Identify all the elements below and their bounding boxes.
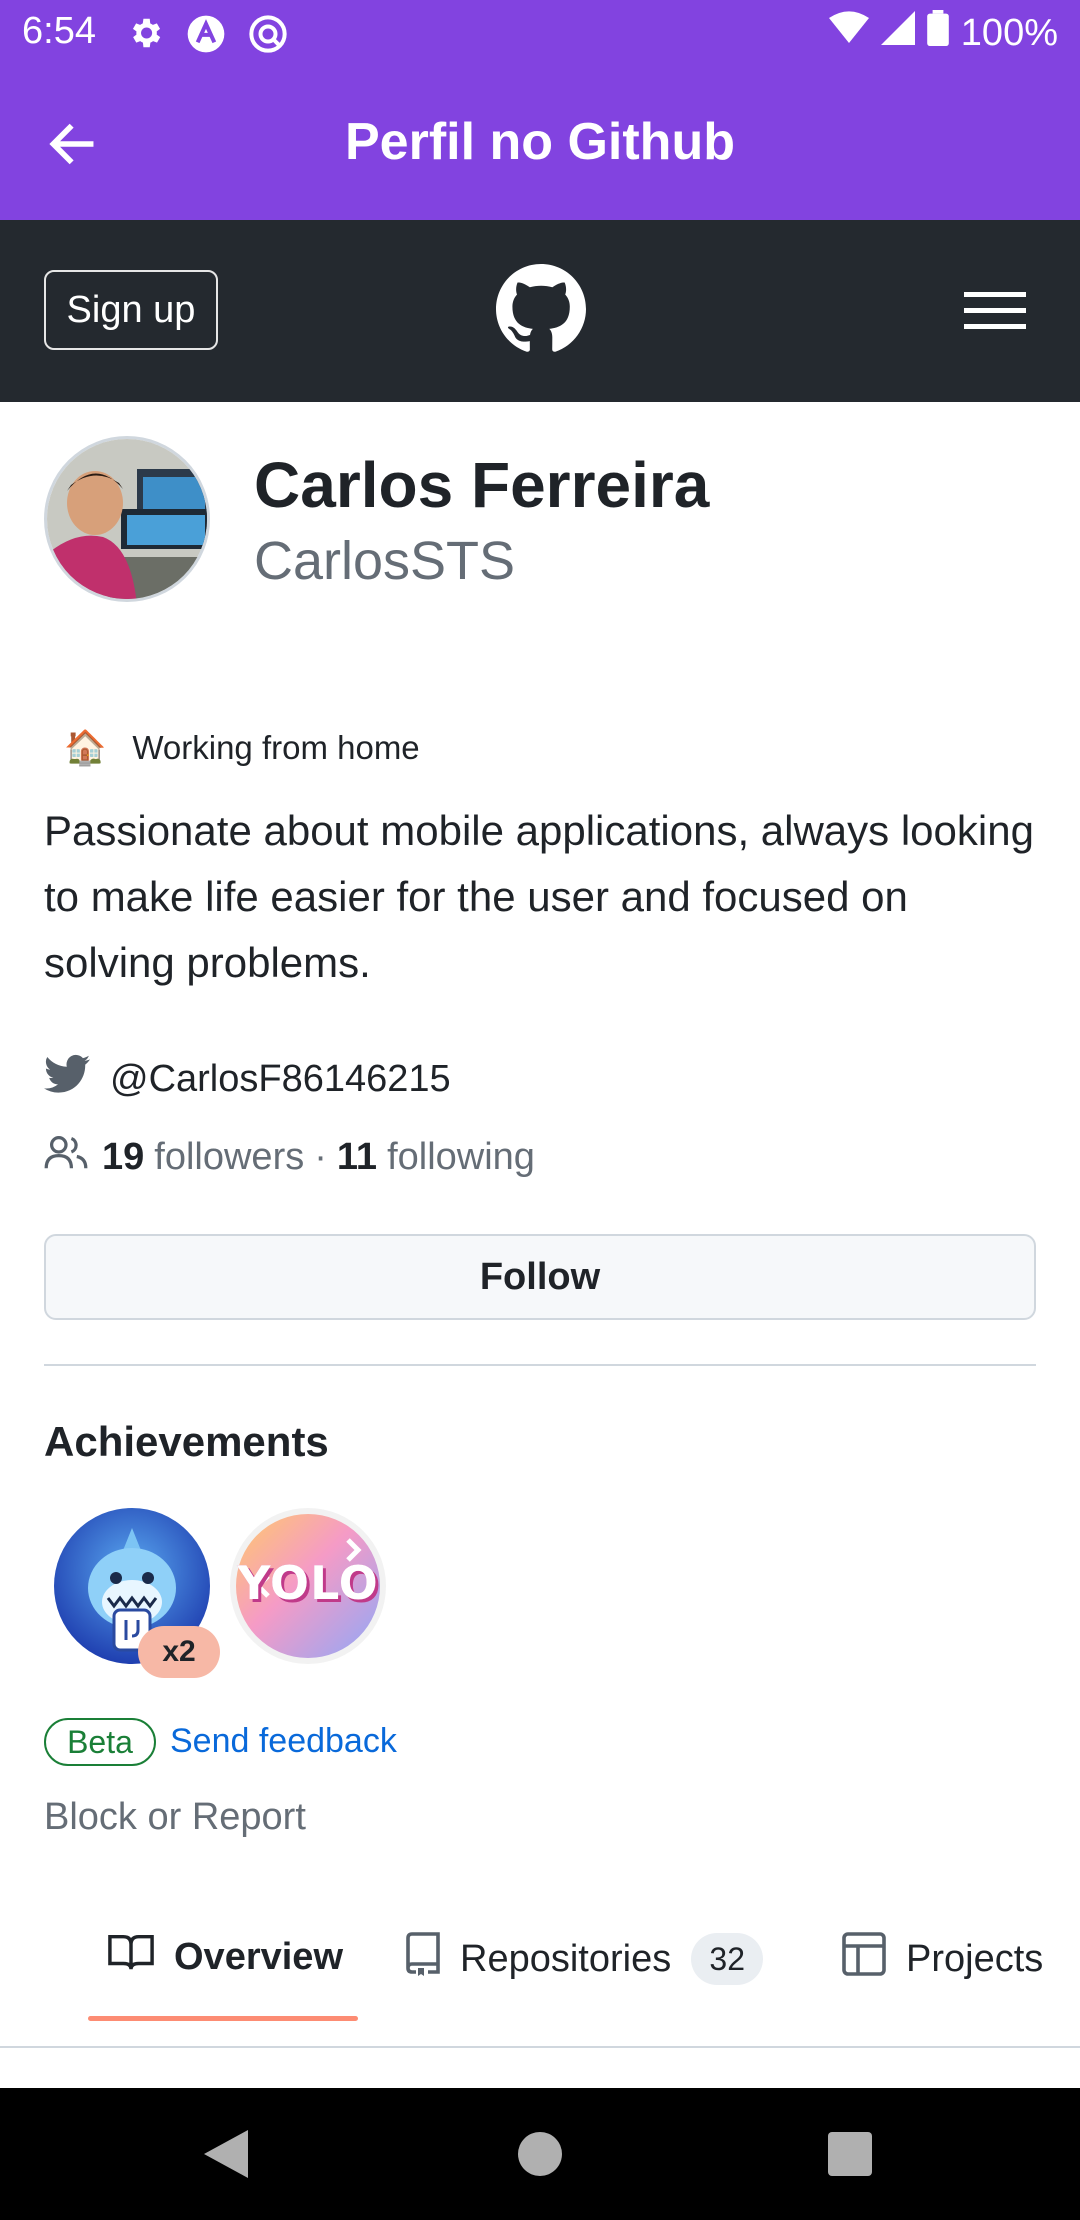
send-feedback-link[interactable]: Send feedback — [170, 1722, 397, 1761]
sign-up-button[interactable]: Sign up — [44, 270, 218, 350]
tabs-bottom-border — [0, 2046, 1080, 2048]
people-icon — [44, 1134, 88, 1180]
beta-label: Beta — [44, 1718, 156, 1766]
follow-separator: · — [314, 1135, 327, 1178]
tab-overview[interactable]: Overview — [108, 1932, 343, 1982]
app-bar-title: Perfil no Github — [345, 113, 735, 171]
app-notification-icon — [186, 14, 226, 59]
achievements-title: Achievements — [44, 1418, 329, 1465]
follow-button[interactable]: Follow — [44, 1234, 1036, 1320]
profile-name: Carlos Ferreira — [254, 449, 710, 521]
book-icon — [108, 1932, 154, 1982]
repo-icon — [404, 1932, 440, 1986]
battery-icon — [926, 10, 949, 56]
tab-projects[interactable]: Projects — [842, 1932, 1043, 1986]
cell-signal-icon — [880, 11, 915, 55]
settings-icon — [126, 14, 164, 59]
nav-recents-icon[interactable] — [828, 2132, 872, 2181]
twitter-bird-icon — [44, 1054, 90, 1104]
repositories-count: 32 — [691, 1933, 764, 1985]
tab-overview-label: Overview — [174, 1935, 343, 1978]
block-or-report-link[interactable]: Block or Report — [44, 1796, 306, 1839]
section-divider — [44, 1364, 1036, 1366]
tab-repositories-label: Repositories — [460, 1937, 672, 1980]
app-bar: Perfil no Github — [0, 66, 1080, 220]
badge-multiplier: x2 — [138, 1626, 220, 1678]
status-bar: 6:54 100% — [0, 0, 1080, 66]
status-text: Working from home — [132, 729, 420, 766]
tab-projects-label: Projects — [906, 1937, 1044, 1980]
hamburger-menu-icon[interactable] — [964, 286, 1026, 336]
sync-notification-icon — [248, 14, 288, 59]
system-navigation-bar — [0, 2088, 1080, 2220]
profile-tabs: Overview Repositories 32 Projects — [0, 1896, 1080, 2046]
table-icon — [842, 1932, 886, 1986]
user-status: 🏠 Working from home — [64, 728, 420, 768]
following-count[interactable]: 11 — [337, 1136, 377, 1179]
twitter-link[interactable]: @CarlosF86146215 — [44, 1054, 451, 1104]
avatar[interactable] — [44, 436, 210, 602]
twitter-handle: @CarlosF86146215 — [110, 1057, 451, 1100]
house-emoji-icon: 🏠 — [64, 729, 107, 767]
followers-label[interactable]: followers — [154, 1136, 304, 1179]
profile-bio: Passionate about mobile applications, al… — [44, 807, 1034, 986]
wifi-icon — [828, 11, 869, 55]
nav-back-icon[interactable] — [204, 2130, 248, 2183]
following-label[interactable]: following — [387, 1136, 535, 1179]
active-tab-indicator — [88, 2016, 358, 2021]
status-time: 6:54 — [22, 10, 96, 52]
profile-login: CarlosSTS — [254, 531, 516, 591]
nav-home-icon[interactable] — [518, 2132, 562, 2181]
github-header: Sign up — [0, 220, 1080, 402]
yolo-badge-text: YOLO — [237, 1556, 379, 1610]
tab-repositories[interactable]: Repositories 32 — [404, 1932, 764, 1986]
battery-percent: 100% — [960, 11, 1058, 54]
followers-row: 19 followers · 11 following — [44, 1134, 535, 1180]
github-logo-icon[interactable] — [496, 264, 586, 354]
yolo-badge[interactable]: YOLO — [228, 1506, 388, 1666]
followers-count[interactable]: 19 — [102, 1136, 144, 1179]
